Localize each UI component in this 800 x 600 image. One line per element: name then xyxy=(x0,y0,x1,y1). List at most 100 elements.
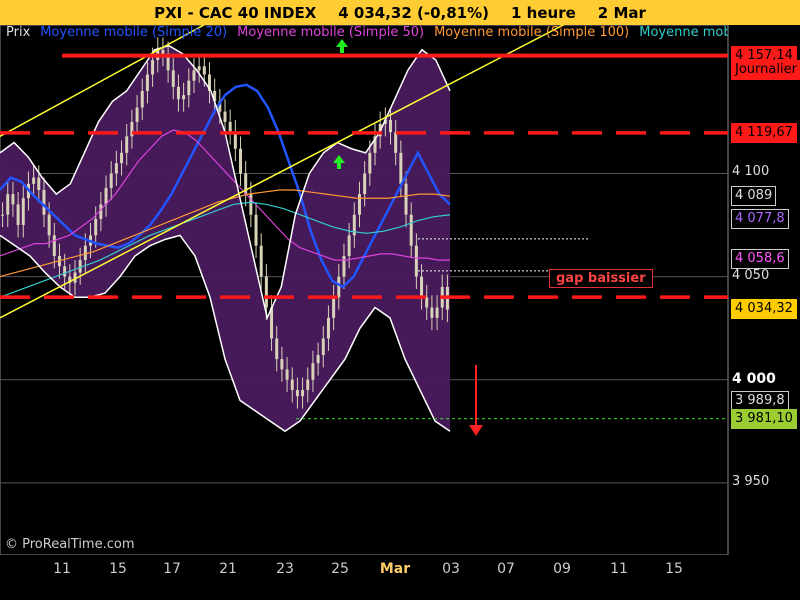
candle-body xyxy=(120,152,124,164)
candle-body xyxy=(394,132,398,153)
x-tick-label: 25 xyxy=(331,561,349,577)
candle-body xyxy=(78,260,82,273)
date-label: 2 Mar xyxy=(597,3,646,22)
price-tag: 4 077,8 xyxy=(731,209,789,230)
instrument-title: PXI - CAC 40 INDEX xyxy=(154,3,317,22)
candle-body xyxy=(42,189,46,215)
copyright-text: © ProRealTime.com xyxy=(5,537,135,552)
legend-item: Prix xyxy=(6,25,31,40)
candle-body xyxy=(140,90,144,108)
candle-body xyxy=(182,95,186,100)
x-axis: 11 15 17 21 23 25 Mar 03 07 09 11 15 xyxy=(0,555,730,600)
price-tag: 4 058,6 xyxy=(731,248,789,269)
candle-body xyxy=(414,245,418,277)
chart-header: PXI - CAC 40 INDEX 4 034,32 (-0,81%) 1 h… xyxy=(0,0,800,25)
quote-value: 4 034,32 (-0,81%) xyxy=(338,3,490,22)
candle-body xyxy=(430,307,434,318)
candle-body xyxy=(239,148,243,174)
candle-body xyxy=(109,173,113,188)
candle-body xyxy=(197,66,201,71)
candle-body xyxy=(63,266,67,277)
price-chart[interactable] xyxy=(0,25,800,555)
candle-body xyxy=(389,119,393,133)
x-tick-label: 21 xyxy=(219,561,237,577)
candle-body xyxy=(275,338,279,360)
y-tick-label: 3 950 xyxy=(732,473,770,489)
candle-body xyxy=(311,363,315,380)
candle-body xyxy=(347,235,351,256)
x-tick-label: 17 xyxy=(163,561,181,577)
candle-body xyxy=(145,74,149,91)
candle-body xyxy=(37,177,41,190)
candle-body xyxy=(326,317,330,339)
candle-body xyxy=(342,255,346,277)
candle-body xyxy=(306,379,310,391)
x-tick-label: 11 xyxy=(53,561,71,577)
candle-body xyxy=(280,359,284,370)
candle-body xyxy=(435,307,439,318)
legend-item: Moyenne mobile xyxy=(639,25,728,40)
x-tick-label: 07 xyxy=(497,561,515,577)
candle-body xyxy=(337,276,341,298)
candle-body xyxy=(125,136,129,153)
candle-body xyxy=(233,132,237,149)
x-tick-label: 11 xyxy=(610,561,628,577)
x-tick-label: 15 xyxy=(109,561,127,577)
candle-body xyxy=(223,111,227,122)
candle-body xyxy=(135,107,139,122)
candle-body xyxy=(321,338,325,355)
candle-body xyxy=(104,187,108,205)
candle-body xyxy=(357,194,361,215)
candle-body xyxy=(114,163,118,174)
candle-body xyxy=(176,86,180,100)
candle-body xyxy=(21,198,25,226)
candle-body xyxy=(94,218,98,236)
candle-body xyxy=(404,183,408,215)
candle-body xyxy=(11,194,15,205)
price-tag: Journalier xyxy=(731,60,800,81)
candle-body xyxy=(420,276,424,298)
x-tick-label: 09 xyxy=(553,561,571,577)
candle-body xyxy=(259,245,263,277)
candle-body xyxy=(1,214,5,216)
candle-body xyxy=(161,49,165,54)
x-tick-label: 03 xyxy=(442,561,460,577)
price-tag: 4 119,67 xyxy=(731,122,797,143)
candle-body xyxy=(295,390,299,397)
candle-body xyxy=(6,194,10,215)
candle-body xyxy=(228,121,232,133)
candle-body xyxy=(83,245,87,261)
candle-body xyxy=(254,214,258,246)
candle-body xyxy=(171,70,175,87)
price-tag: 4 089 xyxy=(731,186,777,207)
y-tick-label: 4 000 xyxy=(732,370,776,387)
x-tick-label: Mar xyxy=(379,561,411,577)
period-label: 1 heure xyxy=(511,3,576,22)
candle-body xyxy=(316,354,320,364)
price-tag: 3 981,10 xyxy=(731,408,797,429)
candle-body xyxy=(368,152,372,174)
candle-body xyxy=(409,214,413,246)
y-tick-label: 4 100 xyxy=(732,164,770,180)
candle-body xyxy=(32,177,36,184)
candle-body xyxy=(52,235,56,256)
candle-body xyxy=(151,60,155,75)
candle-body xyxy=(399,152,403,184)
candle-body xyxy=(264,276,268,308)
legend-item: Moyenne mobile (Simple 20) xyxy=(40,25,228,40)
candle-body xyxy=(187,80,191,96)
legend-item: Moyenne mobile (Simple 50) xyxy=(237,25,425,40)
gap-annotation-label: gap baissier xyxy=(549,269,653,288)
candle-body xyxy=(301,390,305,397)
price-tag: 4 034,32 xyxy=(731,298,797,319)
candle-body xyxy=(363,173,367,195)
y-tick-label: 4 050 xyxy=(732,267,770,283)
candle-body xyxy=(290,379,294,391)
indicator-legend: Prix Moyenne mobile (Simple 20) Moyenne mo… xyxy=(6,25,728,43)
candle-body xyxy=(47,214,51,236)
candle-body xyxy=(332,297,336,318)
x-tick-label: 15 xyxy=(665,561,683,577)
candle-body xyxy=(192,70,196,81)
candle-body xyxy=(202,66,206,75)
legend-item: Moyenne mobile (Simple 100) xyxy=(434,25,630,40)
